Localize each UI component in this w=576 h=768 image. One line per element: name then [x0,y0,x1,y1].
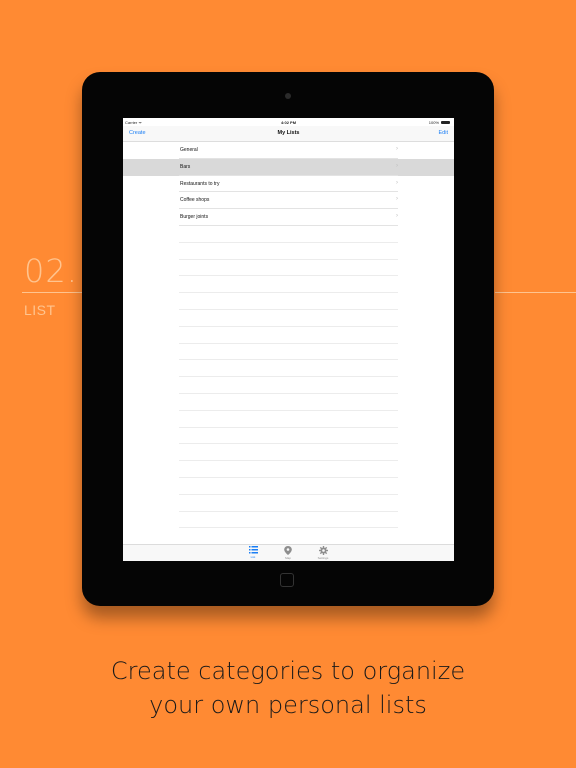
empty-row [123,310,454,327]
list-item-general[interactable]: General › [123,142,454,159]
tablet-device: Carrier ᯤ 4:02 PM 100% Create My Lists E… [82,72,494,606]
camera-icon [285,93,291,99]
battery-percent: 100% [428,120,439,125]
list-item-label: Burger joints [180,214,209,221]
gear-icon [318,546,328,555]
empty-row [123,377,454,394]
list-item-label: Bars [180,163,191,170]
empty-row [123,512,454,529]
empty-row [123,461,454,478]
list-item-burger-joints[interactable]: Burger joints › [123,209,454,226]
tab-label: List [250,555,256,559]
empty-row [123,495,454,512]
list-item-restaurants[interactable]: Restaurants to try › [123,176,454,193]
empty-row [123,444,454,462]
empty-row [123,260,454,277]
list-icon [248,546,258,554]
list-item-label: General [180,147,198,153]
tab-map[interactable]: Map [278,546,298,560]
page-title: My Lists [277,130,300,136]
status-time: 4:02 PM [280,120,297,125]
list-item-coffee-shops[interactable]: Coffee shops › [123,192,454,210]
battery-icon [441,121,450,124]
navigation-bar: Create My Lists Edit [123,126,454,142]
tab-label: Map [285,556,291,560]
empty-row [123,344,454,361]
chevron-right-icon: › [396,162,398,169]
step-divider-right [495,292,576,293]
empty-row [123,243,454,260]
chevron-right-icon: › [396,196,398,203]
empty-row [123,327,454,344]
empty-row [123,411,454,428]
empty-row [123,276,454,294]
map-pin-icon [284,546,292,555]
chevron-right-icon: › [396,146,398,152]
empty-row [123,478,454,495]
step-divider-left [22,292,82,293]
home-button[interactable] [280,573,294,587]
list-item-label: Restaurants to try [180,180,220,187]
step-number: 02. [24,252,78,290]
step-label: LIST [24,302,56,318]
chevron-right-icon: › [396,179,398,186]
tab-list[interactable]: List [243,546,263,559]
empty-row [123,394,454,411]
status-bar: Carrier ᯤ 4:02 PM 100% [123,118,454,126]
lists-table: General › Bars › Restaurants to try › Co… [123,142,454,546]
caption-line-2: your own personal lists [149,691,427,719]
tab-bar: List Map Settings [123,544,454,561]
list-item-label: Coffee shops [180,197,210,204]
empty-row [123,360,454,378]
empty-row [123,528,454,546]
empty-row [123,293,454,310]
marketing-caption: Create categories to organize your own p… [0,654,576,722]
list-item-bars[interactable]: Bars › [123,158,454,176]
tab-label: Settings [317,556,329,560]
caption-line-1: Create categories to organize [110,657,466,685]
app-screen: Carrier ᯤ 4:02 PM 100% Create My Lists E… [123,118,454,561]
chevron-right-icon: › [396,213,398,220]
empty-row [123,428,454,445]
tab-settings[interactable]: Settings [313,546,333,560]
empty-row [123,226,454,243]
edit-button[interactable]: Edit [439,130,448,136]
